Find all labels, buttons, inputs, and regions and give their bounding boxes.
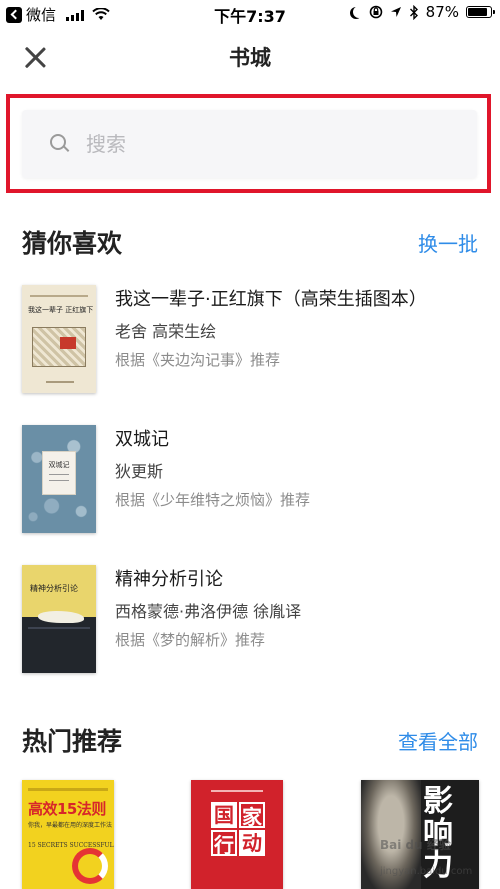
- book-reason: 根据《夹边沟记事》推荐: [115, 351, 281, 369]
- nav-bar: 书城: [0, 28, 500, 84]
- page-title: 书城: [229, 46, 271, 70]
- do-not-disturb-icon: [353, 6, 365, 18]
- status-right: 87%: [350, 3, 495, 21]
- book-title: 精神分析引论: [115, 569, 223, 590]
- bluetooth-icon: [409, 4, 418, 20]
- book-item[interactable]: 我这一辈子 正红旗下 我这一辈子·正红旗下（高荣生插图本） 老舍 高荣生绘 根据…: [0, 285, 500, 397]
- book-title: 双城记: [115, 429, 169, 450]
- status-bar: 微信 下午7:37 87%: [0, 0, 500, 28]
- hot-book-card[interactable]: 国 家 行 动: [191, 780, 283, 889]
- watermark-url: jingyan.baidu.com: [380, 866, 473, 877]
- battery-icon: [466, 6, 495, 18]
- book-cover[interactable]: 双城记: [22, 425, 96, 533]
- book-author: 西格蒙德·弗洛伊德 徐胤译: [115, 602, 302, 621]
- cover-char: 动: [239, 830, 265, 856]
- watermark-logo: Bai du 经验: [380, 838, 451, 852]
- book-author: 老舍 高荣生绘: [115, 322, 217, 341]
- cover-english: 15 SECRETS SUCCESSFUL: [28, 842, 114, 849]
- book-reason: 根据《梦的解析》推荐: [115, 631, 266, 649]
- cover-char: 国: [211, 802, 237, 828]
- hot-section-title: 热门推荐: [22, 727, 123, 756]
- search-icon: [50, 134, 70, 154]
- cover-title: 我这一辈子 正红旗下: [28, 306, 94, 314]
- search-bar[interactable]: [22, 110, 477, 178]
- view-all-button[interactable]: 查看全部: [398, 726, 478, 755]
- cover-char: 行: [211, 830, 237, 857]
- cover-char: 家: [239, 802, 265, 829]
- cover-title: 双城记: [48, 461, 70, 469]
- hot-book-card[interactable]: 高效15法则 你我，早最都在用的深度工作法 15 SECRETS SUCCESS…: [22, 780, 114, 889]
- book-title: 我这一辈子·正红旗下（高荣生插图本）: [115, 289, 427, 310]
- book-author: 狄更斯: [115, 462, 164, 481]
- battery-fill: [468, 8, 488, 16]
- recommend-section-title: 猜你喜欢: [22, 229, 123, 258]
- cover-title: 高效15法则: [28, 800, 106, 818]
- search-input[interactable]: [86, 132, 426, 156]
- book-cover[interactable]: 精神分析引论: [22, 565, 96, 673]
- cover-title: 精神分析引论: [30, 584, 78, 593]
- book-cover[interactable]: 我这一辈子 正红旗下: [22, 285, 96, 393]
- refresh-recommend-button[interactable]: 换一批: [418, 228, 478, 257]
- book-reason: 根据《少年维特之烦恼》推荐: [115, 491, 311, 509]
- book-item[interactable]: 双城记 双城记 狄更斯 根据《少年维特之烦恼》推荐: [0, 425, 500, 537]
- cover-subtitle: 你我，早最都在用的深度工作法: [28, 822, 113, 829]
- location-icon: [390, 7, 401, 17]
- book-item[interactable]: 精神分析引论 精神分析引论 西格蒙德·弗洛伊德 徐胤译 根据《梦的解析》推荐: [0, 565, 500, 677]
- battery-percent: 87%: [425, 3, 459, 21]
- rotation-lock-icon: [369, 5, 382, 19]
